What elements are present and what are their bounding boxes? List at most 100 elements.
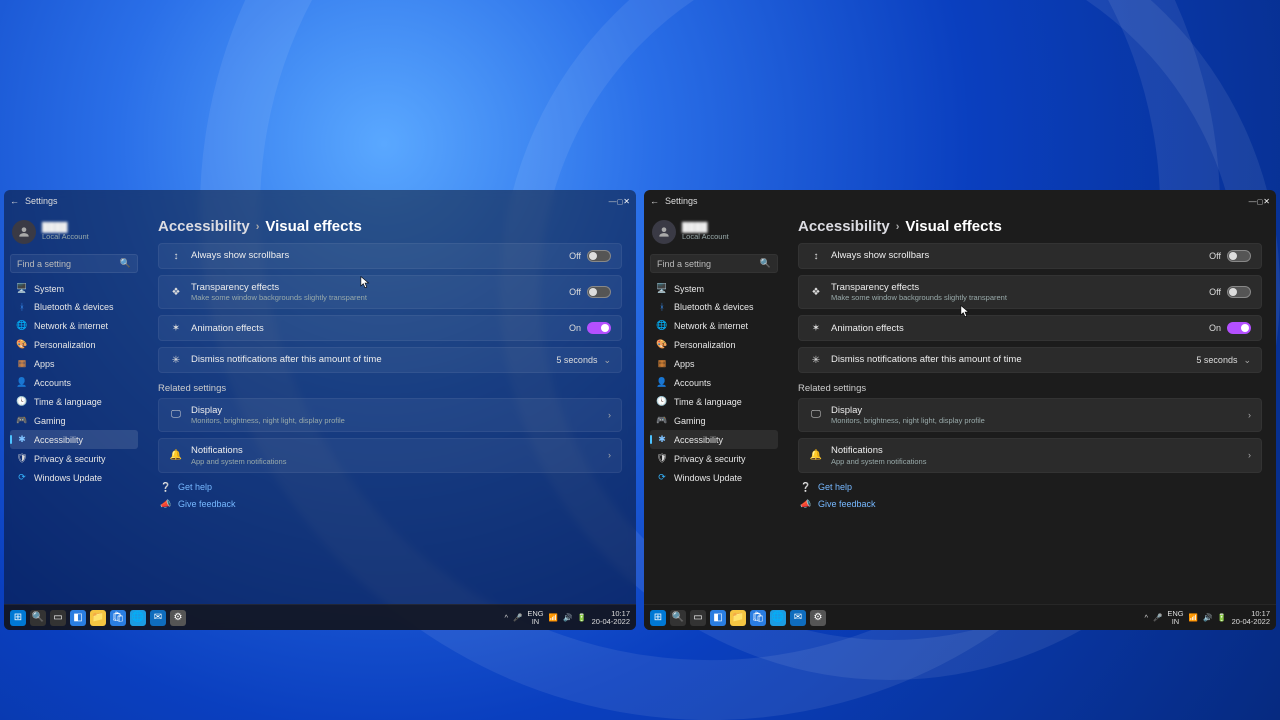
sidebar-item-windows-update[interactable]: ⟳Windows Update: [650, 468, 778, 487]
battery-icon[interactable]: 🔋: [1217, 613, 1226, 622]
explorer-icon[interactable]: 📁: [90, 610, 106, 626]
edge-icon[interactable]: 🌐: [130, 610, 146, 626]
settings-window-opaque: ←Settings—▢✕ ████Local Account Find a sett…: [644, 190, 1276, 630]
settings-icon[interactable]: ⚙: [170, 610, 186, 626]
battery-icon[interactable]: 🔋: [577, 613, 586, 622]
taskbar: ⊞🔍▭◧📁🛍🌐✉⚙ ^ 🎤 ENGIN 📶 🔊 🔋 10:1720-04-2022: [644, 604, 1276, 630]
dropdown-group[interactable]: 5 seconds⌄: [556, 355, 611, 366]
sidebar-item-windows-update[interactable]: ⟳Windows Update: [10, 468, 138, 487]
language-indicator[interactable]: ENGIN: [527, 610, 543, 625]
store-icon[interactable]: 🛍: [110, 610, 126, 626]
wifi-icon[interactable]: 📶: [1189, 613, 1198, 622]
toggle-switch[interactable]: [1227, 286, 1251, 298]
setting-row[interactable]: 🔔NotificationsApp and system notificatio…: [158, 438, 622, 472]
toggle-switch[interactable]: [587, 286, 611, 298]
start-button[interactable]: ⊞: [650, 610, 666, 626]
sidebar-item-apps[interactable]: ▦Apps: [650, 354, 778, 373]
start-button[interactable]: ⊞: [10, 610, 26, 626]
search-button[interactable]: 🔍: [670, 610, 686, 626]
mail-icon[interactable]: ✉: [790, 610, 806, 626]
sidebar-item-gaming[interactable]: 🎮Gaming: [10, 411, 138, 430]
setting-row[interactable]: ❖Transparency effectsMake some window ba…: [798, 275, 1262, 309]
get-help-link[interactable]: ❔Get help: [158, 479, 622, 496]
back-button[interactable]: ←: [10, 196, 19, 206]
sidebar-item-accounts[interactable]: 👤Accounts: [10, 373, 138, 392]
setting-row[interactable]: ↕Always show scrollbarsOff: [158, 243, 622, 269]
minimize-button[interactable]: —: [609, 197, 617, 206]
sidebar-item-system[interactable]: 🖥️System: [650, 279, 778, 298]
sidebar-item-privacy-security[interactable]: 🛡Privacy & security: [650, 449, 778, 468]
sidebar-item-personalization[interactable]: 🎨Personalization: [10, 335, 138, 354]
back-button[interactable]: ←: [650, 196, 659, 206]
setting-row[interactable]: 🖵DisplayMonitors, brightness, night ligh…: [798, 398, 1262, 432]
setting-row[interactable]: ✳Dismiss notifications after this amount…: [158, 347, 622, 372]
search-button[interactable]: 🔍: [30, 610, 46, 626]
search-input[interactable]: Find a setting🔍: [10, 254, 138, 273]
setting-row[interactable]: 🔔NotificationsApp and system notificatio…: [798, 438, 1262, 472]
titlebar: ←Settings—▢✕: [644, 190, 1276, 212]
store-icon[interactable]: 🛍: [750, 610, 766, 626]
tray-chevron-icon[interactable]: ^: [1144, 613, 1148, 622]
setting-row[interactable]: ✳Dismiss notifications after this amount…: [798, 347, 1262, 372]
window-body: ████Local Account Find a setting🔍 🖥️System…: [4, 212, 636, 604]
sidebar-item-time-language[interactable]: 🕓Time & language: [10, 392, 138, 411]
give-feedback-link[interactable]: 📣Give feedback: [158, 496, 622, 513]
toggle-switch[interactable]: [1227, 250, 1251, 262]
tray-mic-icon[interactable]: 🎤: [1153, 613, 1162, 622]
widgets-button[interactable]: ◧: [710, 610, 726, 626]
toggle-state-label: Off: [569, 251, 581, 261]
mail-icon[interactable]: ✉: [150, 610, 166, 626]
volume-icon[interactable]: 🔊: [1203, 613, 1212, 622]
setting-row[interactable]: ✶Animation effectsOn: [158, 315, 622, 341]
toggle-switch[interactable]: [1227, 322, 1251, 334]
setting-row-subtitle: App and system notifications: [191, 457, 600, 466]
sidebar-item-personalization[interactable]: 🎨Personalization: [650, 335, 778, 354]
volume-icon[interactable]: 🔊: [563, 613, 572, 622]
nav-icon: 🎮: [656, 415, 668, 426]
setting-row[interactable]: ❖Transparency effectsMake some window ba…: [158, 275, 622, 309]
breadcrumb-parent[interactable]: Accessibility: [158, 218, 250, 235]
account-block[interactable]: ████Local Account: [10, 216, 138, 252]
sidebar-item-network-internet[interactable]: 🌐Network & internet: [10, 316, 138, 335]
minimize-button[interactable]: —: [1249, 197, 1257, 206]
tray-chevron-icon[interactable]: ^: [504, 613, 508, 622]
get-help-link[interactable]: ❔Get help: [798, 479, 1262, 496]
get-help-label: Get help: [818, 482, 852, 492]
taskview-button[interactable]: ▭: [690, 610, 706, 626]
setting-row[interactable]: 🖵DisplayMonitors, brightness, night ligh…: [158, 398, 622, 432]
widgets-button[interactable]: ◧: [70, 610, 86, 626]
breadcrumb-parent[interactable]: Accessibility: [798, 218, 890, 235]
tray-mic-icon[interactable]: 🎤: [513, 613, 522, 622]
sidebar-item-time-language[interactable]: 🕓Time & language: [650, 392, 778, 411]
region-code: IN: [1167, 618, 1183, 626]
wifi-icon[interactable]: 📶: [549, 613, 558, 622]
sidebar-item-accounts[interactable]: 👤Accounts: [650, 373, 778, 392]
give-feedback-link[interactable]: 📣Give feedback: [798, 496, 1262, 513]
sidebar-item-gaming[interactable]: 🎮Gaming: [650, 411, 778, 430]
taskview-button[interactable]: ▭: [50, 610, 66, 626]
close-button[interactable]: ✕: [1263, 197, 1270, 206]
clock[interactable]: 10:1720-04-2022: [1232, 610, 1270, 625]
dropdown-group[interactable]: 5 seconds⌄: [1196, 355, 1251, 366]
sidebar-item-accessibility[interactable]: ✱Accessibility: [10, 430, 138, 449]
explorer-icon[interactable]: 📁: [730, 610, 746, 626]
sidebar-item-accessibility[interactable]: ✱Accessibility: [650, 430, 778, 449]
toggle-switch[interactable]: [587, 322, 611, 334]
toggle-switch[interactable]: [587, 250, 611, 262]
account-block[interactable]: ████Local Account: [650, 216, 778, 252]
search-input[interactable]: Find a setting🔍: [650, 254, 778, 273]
avatar: [12, 220, 36, 244]
sidebar-item-system[interactable]: 🖥️System: [10, 279, 138, 298]
sidebar-item-network-internet[interactable]: 🌐Network & internet: [650, 316, 778, 335]
sidebar-item-bluetooth-devices[interactable]: ᚼBluetooth & devices: [10, 298, 138, 316]
edge-icon[interactable]: 🌐: [770, 610, 786, 626]
setting-row[interactable]: ✶Animation effectsOn: [798, 315, 1262, 341]
setting-row[interactable]: ↕Always show scrollbarsOff: [798, 243, 1262, 269]
clock[interactable]: 10:1720-04-2022: [592, 610, 630, 625]
settings-icon[interactable]: ⚙: [810, 610, 826, 626]
close-button[interactable]: ✕: [623, 197, 630, 206]
sidebar-item-apps[interactable]: ▦Apps: [10, 354, 138, 373]
sidebar-item-privacy-security[interactable]: 🛡Privacy & security: [10, 449, 138, 468]
sidebar-item-bluetooth-devices[interactable]: ᚼBluetooth & devices: [650, 298, 778, 316]
language-indicator[interactable]: ENGIN: [1167, 610, 1183, 625]
